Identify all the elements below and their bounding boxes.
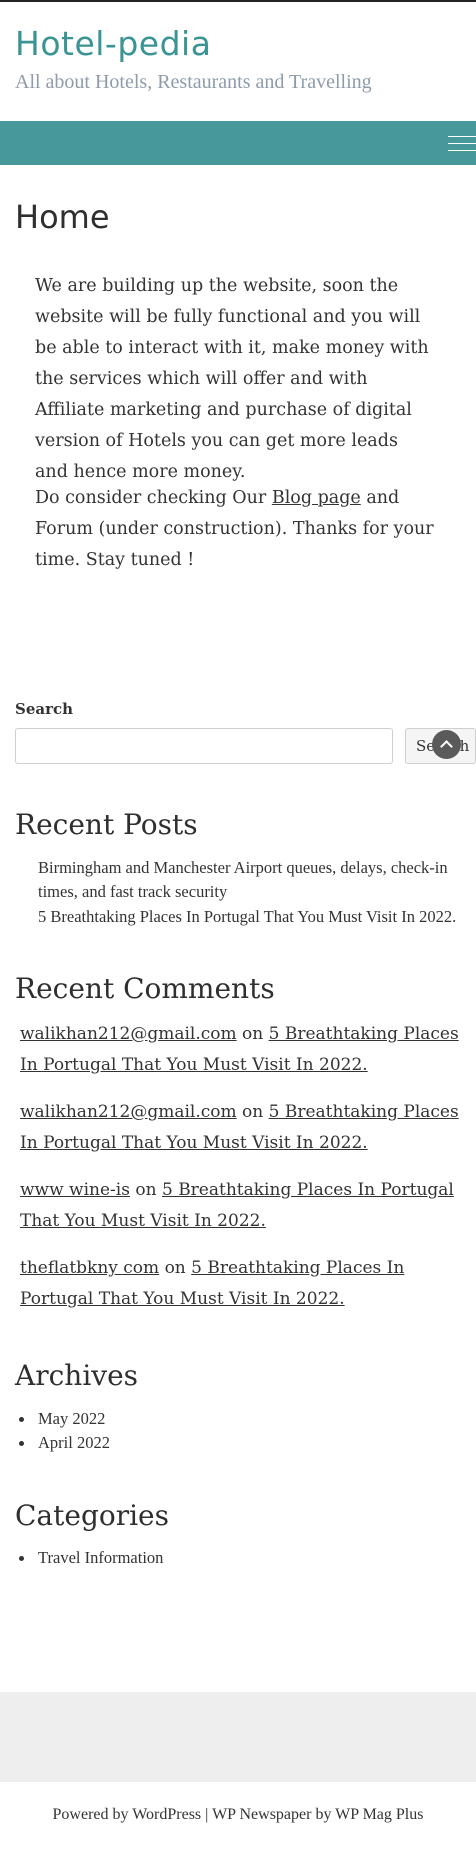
site-title[interactable]: Hotel-pedia bbox=[15, 24, 211, 63]
recent-posts-title: Recent Posts bbox=[15, 808, 198, 841]
comment-connector: on bbox=[159, 1258, 192, 1278]
page-title: Home bbox=[15, 198, 110, 236]
categories-list: Travel Information bbox=[15, 1546, 163, 1570]
top-border bbox=[0, 0, 476, 2]
recent-post-link[interactable]: 5 Breathtaking Places In Portugal That Y… bbox=[38, 905, 474, 929]
blog-paragraph: Do consider checking Our Blog page and F… bbox=[35, 483, 435, 576]
hamburger-menu-icon[interactable] bbox=[448, 130, 476, 156]
comment-item: walikhan212@gmail.com on 5 Breathtaking … bbox=[20, 1019, 470, 1081]
comment-author-link[interactable]: walikhan212@gmail.com bbox=[20, 1024, 237, 1044]
footer-widget-area bbox=[0, 1692, 476, 1782]
categories-title: Categories bbox=[15, 1499, 169, 1532]
search-input[interactable] bbox=[15, 728, 393, 764]
comment-connector: on bbox=[236, 1102, 269, 1122]
category-link[interactable]: Travel Information bbox=[15, 1546, 163, 1570]
recent-comments-title: Recent Comments bbox=[15, 972, 275, 1005]
footer-credit: Powered by WordPress | WP Newspaper by W… bbox=[52, 1806, 424, 1823]
blog-page-link[interactable]: Blog page bbox=[272, 488, 361, 508]
recent-post-link[interactable]: Birmingham and Manchester Airport queues… bbox=[38, 856, 474, 904]
comment-author-link[interactable]: www wine-is bbox=[20, 1180, 130, 1200]
main-navigation-bar bbox=[0, 121, 476, 165]
comment-author-link[interactable]: walikhan212@gmail.com bbox=[20, 1102, 237, 1122]
archives-title: Archives bbox=[15, 1359, 139, 1392]
intro-paragraph: We are building up the website, soon the… bbox=[35, 276, 429, 482]
archive-link[interactable]: April 2022 bbox=[15, 1431, 110, 1455]
search-label: Search bbox=[15, 700, 74, 718]
comment-author-link[interactable]: theflatbkny com bbox=[20, 1258, 159, 1278]
archives-list: May 2022 April 2022 bbox=[15, 1407, 110, 1455]
chevron-up-icon[interactable] bbox=[432, 730, 461, 759]
blog-paragraph-text-before: Do consider checking Our bbox=[35, 488, 272, 508]
comment-item: www wine-is on 5 Breathtaking Places In … bbox=[20, 1175, 470, 1237]
comment-connector: on bbox=[129, 1180, 162, 1200]
site-tagline: All about Hotels, Restaurants and Travel… bbox=[15, 71, 372, 93]
comment-item: walikhan212@gmail.com on 5 Breathtaking … bbox=[20, 1097, 470, 1159]
archive-link[interactable]: May 2022 bbox=[15, 1407, 110, 1431]
comment-item: theflatbkny com on 5 Breathtaking Places… bbox=[20, 1253, 470, 1315]
comment-connector: on bbox=[236, 1024, 269, 1044]
